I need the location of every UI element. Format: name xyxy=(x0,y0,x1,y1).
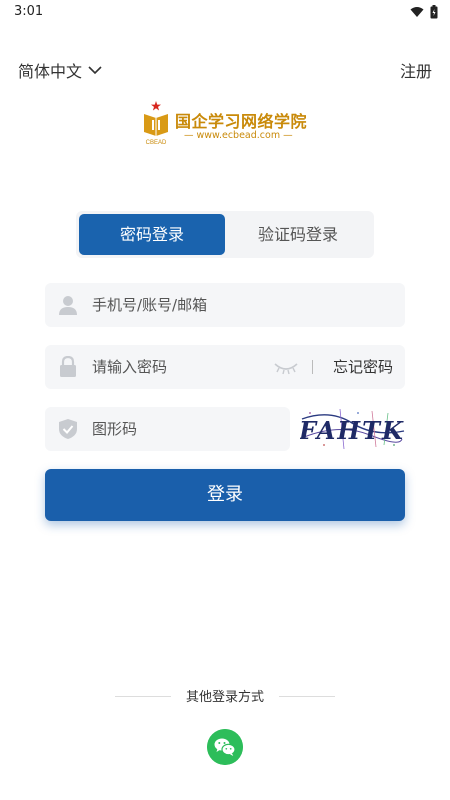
logo-url: — www.ecbead.com — xyxy=(184,130,293,141)
other-login-title: 其他登录方式 xyxy=(185,690,264,705)
password-field: 忘记密码 xyxy=(45,345,405,389)
account-input[interactable] xyxy=(92,283,392,327)
captcha-field xyxy=(45,407,290,451)
logo: CBEAD 国企学习网络学院 — www.ecbead.com — xyxy=(140,100,315,146)
lock-icon xyxy=(60,356,76,377)
wechat-login-button[interactable] xyxy=(207,729,243,765)
battery-icon xyxy=(430,5,438,19)
status-bar: 3:01 xyxy=(0,0,450,24)
logo-emblem-icon: CBEAD xyxy=(144,101,168,146)
register-link[interactable]: 注册 xyxy=(400,58,432,82)
user-icon xyxy=(59,296,77,315)
divider xyxy=(312,360,313,374)
other-login-section: 其他登录方式 xyxy=(0,686,450,706)
login-button[interactable]: 登录 xyxy=(45,469,405,521)
logo-title: 国企学习网络学院 xyxy=(175,112,308,131)
svg-text:CBEAD: CBEAD xyxy=(146,140,167,146)
account-field xyxy=(45,283,405,327)
language-label: 简体中文 xyxy=(18,62,83,81)
forgot-password-link[interactable]: 忘记密码 xyxy=(333,345,393,389)
divider-right xyxy=(279,696,335,697)
captcha-image[interactable]: FAHTK xyxy=(300,405,405,453)
tab-password-login[interactable]: 密码登录 xyxy=(79,214,225,255)
login-tabs: 密码登录 验证码登录 xyxy=(76,211,374,258)
captcha-text: FAHTK xyxy=(300,416,405,445)
eye-closed-icon[interactable] xyxy=(273,358,299,376)
status-time: 3:01 xyxy=(14,4,44,19)
tab-code-login[interactable]: 验证码登录 xyxy=(225,214,371,255)
chevron-down-icon xyxy=(88,65,102,74)
password-input[interactable] xyxy=(92,345,262,389)
shield-check-icon xyxy=(59,419,77,439)
wifi-icon xyxy=(410,7,424,17)
language-selector[interactable]: 简体中文 xyxy=(18,58,102,82)
status-icons xyxy=(410,5,438,19)
captcha-input[interactable] xyxy=(92,407,277,451)
